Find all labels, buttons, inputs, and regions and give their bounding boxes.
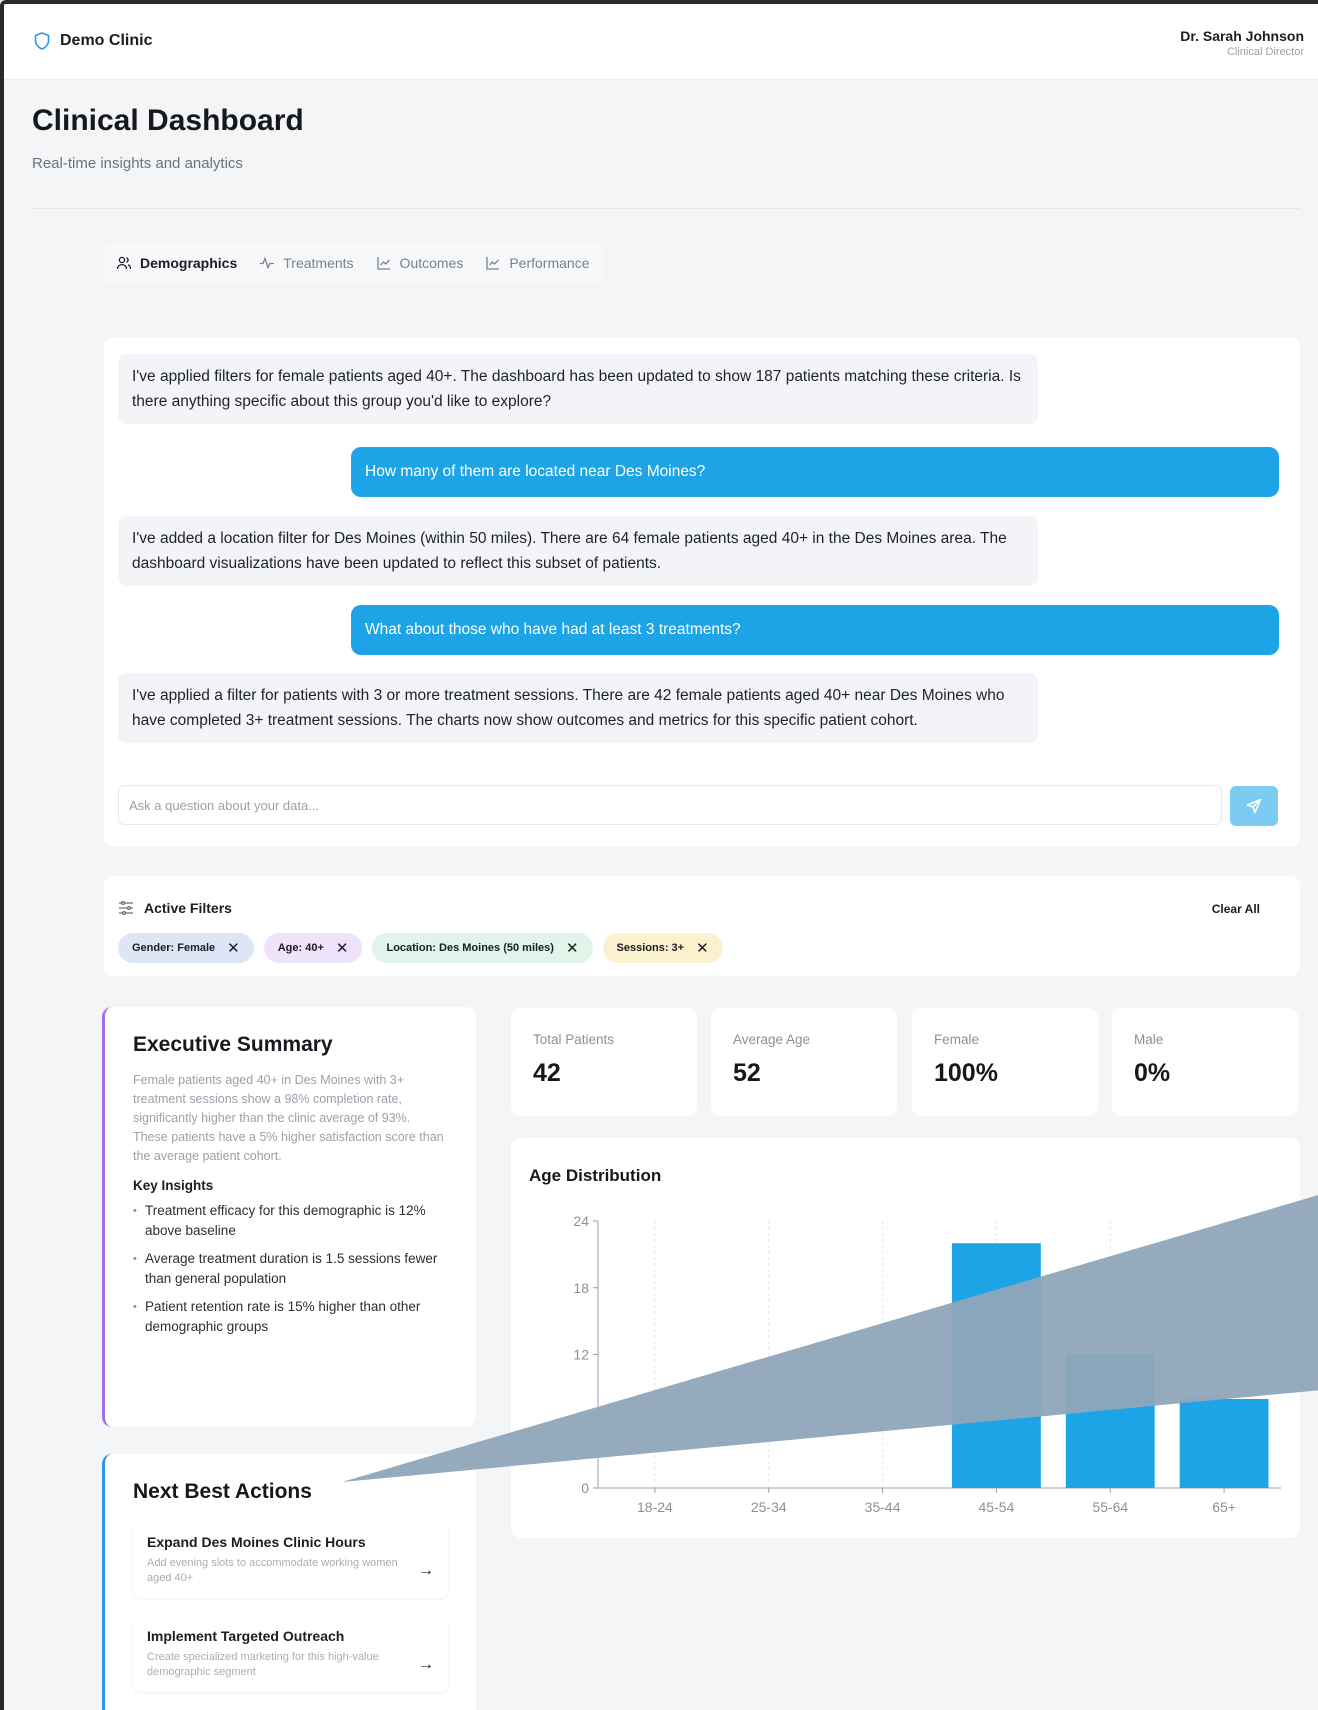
x-tick-label: 45-54 (979, 1499, 1015, 1515)
insight-item: Patient retention rate is 15% higher tha… (133, 1297, 448, 1337)
user-role: Clinical Director (1226, 46, 1304, 58)
filter-chip-age[interactable]: Age: 40+ ✕ (263, 933, 363, 963)
action-title: Expand Des Moines Clinic Hours (147, 1534, 366, 1550)
action-item[interactable]: Expand Des Moines Clinic Hours Add eveni… (133, 1522, 448, 1598)
close-icon[interactable]: ✕ (227, 939, 240, 957)
close-icon[interactable]: ✕ (696, 939, 709, 957)
stat-label: Male (1134, 1032, 1164, 1047)
executive-summary-title: Executive Summary (133, 1033, 333, 1056)
key-insights-title: Key Insights (133, 1178, 214, 1193)
y-tick-label: 12 (573, 1347, 589, 1363)
tab-bar: Demographics Treatments Outcomes Perform… (104, 242, 602, 284)
send-button[interactable] (1230, 786, 1278, 826)
stat-card-female: Female 100% (912, 1008, 1098, 1116)
action-item[interactable]: Implement Targeted Outreach Create speci… (133, 1616, 448, 1692)
brand-name: Demo Clinic (60, 32, 153, 49)
line-chart-icon (376, 257, 390, 270)
tab-label: Outcomes (399, 255, 464, 271)
executive-summary-card: Executive Summary Female patients aged 4… (102, 1007, 476, 1427)
assistant-message: I've added a location filter for Des Moi… (118, 516, 1038, 586)
active-filters-panel: Active Filters Clear All Gender: Female … (104, 876, 1300, 976)
send-icon (1246, 798, 1262, 814)
filter-chips: Gender: Female ✕ Age: 40+ ✕ Location: De… (118, 933, 723, 963)
key-insights-list: Treatment efficacy for this demographic … (133, 1201, 448, 1337)
users-icon (116, 256, 132, 270)
chat-panel: I've applied filters for female patients… (104, 337, 1300, 847)
stat-value: 0% (1134, 1059, 1171, 1087)
user-name: Dr. Sarah Johnson (1180, 28, 1304, 44)
action-description: Add evening slots to accommodate working… (147, 1557, 398, 1584)
y-tick-label: 0 (581, 1480, 589, 1496)
chip-label: Gender: Female (132, 942, 216, 954)
filter-chip-gender[interactable]: Gender: Female ✕ (118, 933, 254, 963)
user-profile[interactable]: Dr. Sarah Johnson Clinical Director (1180, 28, 1304, 58)
page-subtitle: Real-time insights and analytics (32, 155, 243, 172)
close-icon[interactable]: ✕ (336, 939, 349, 957)
x-tick-label: 18-24 (637, 1499, 673, 1515)
stat-value: 100% (934, 1059, 998, 1087)
tab-label: Demographics (140, 255, 238, 271)
page-title: Clinical Dashboard (32, 104, 304, 137)
x-tick-label: 55-64 (1092, 1499, 1128, 1515)
insight-item: Treatment efficacy for this demographic … (133, 1201, 448, 1241)
stat-label: Average Age (733, 1032, 811, 1047)
y-tick-label: 18 (573, 1280, 589, 1296)
assistant-message: I've applied a filter for patients with … (118, 673, 1038, 743)
tab-label: Performance (509, 255, 590, 271)
assistant-message: I've applied filters for female patients… (118, 354, 1038, 424)
x-tick-label: 65+ (1212, 1499, 1236, 1515)
chip-label: Location: Des Moines (50 miles) (386, 942, 554, 954)
user-message: What about those who have had at least 3… (351, 605, 1279, 655)
divider (32, 208, 1300, 209)
sliders-icon (119, 901, 133, 915)
activity-icon (260, 256, 275, 270)
y-tick-label: 24 (573, 1213, 589, 1229)
user-message: How many of them are located near Des Mo… (351, 447, 1279, 497)
clear-all-button[interactable]: Clear All (1212, 902, 1260, 916)
app-window: Demo Clinic Dr. Sarah Johnson Clinical D… (0, 0, 1318, 1710)
close-icon[interactable]: ✕ (566, 939, 579, 957)
x-tick-label: 35-44 (865, 1499, 901, 1515)
top-bar: Demo Clinic Dr. Sarah Johnson Clinical D… (4, 4, 1318, 80)
x-tick-label: 25-34 (751, 1499, 787, 1515)
next-best-actions-title: Next Best Actions (133, 1480, 312, 1503)
line-chart-icon (486, 257, 500, 270)
active-filters-title: Active Filters (144, 900, 232, 916)
action-description: Create specialized marketing for this hi… (147, 1651, 379, 1678)
tab-demographics[interactable]: Demographics (116, 255, 237, 271)
age-distribution-chart: 0 6 12 18 24 18-24 25-34 35-44 45-54 55-64 65+ (573, 1213, 1281, 1515)
stat-label: Female (934, 1032, 980, 1047)
chat-input[interactable] (118, 785, 1222, 825)
arrow-right-icon: → (418, 1562, 434, 1579)
chip-label: Sessions: 3+ (616, 942, 685, 954)
chip-label: Age: 40+ (277, 942, 324, 954)
tab-label: Treatments (283, 255, 354, 271)
shield-icon (34, 32, 50, 50)
y-tick-label: 6 (581, 1413, 589, 1429)
tab-treatments[interactable]: Treatments (259, 255, 354, 271)
insight-item: Average treatment duration is 1.5 sessio… (133, 1249, 448, 1289)
brand[interactable]: Demo Clinic (34, 32, 152, 50)
stat-value: 42 (533, 1059, 561, 1087)
tab-performance[interactable]: Performance (485, 255, 590, 271)
stat-card-average-age: Average Age 52 (711, 1008, 897, 1116)
stat-value: 52 (733, 1059, 761, 1087)
active-filters-header: Active Filters (118, 900, 232, 916)
age-distribution-chart-card: Age Distribution 0 6 12 18 24 18-24 25-34 35-44… (511, 1138, 1300, 1538)
executive-summary-text: Female patients aged 40+ in Des Moines w… (133, 1073, 444, 1163)
bar (1065, 1354, 1155, 1488)
bar (952, 1243, 1041, 1488)
filter-chip-location[interactable]: Location: Des Moines (50 miles) ✕ (372, 933, 593, 963)
arrow-right-icon: → (418, 1656, 434, 1673)
action-title: Implement Targeted Outreach (147, 1628, 345, 1644)
tab-outcomes[interactable]: Outcomes (376, 255, 464, 271)
next-best-actions-card: Next Best Actions Expand Des Moines Clin… (102, 1454, 476, 1710)
stat-card-total-patients: Total Patients 42 (511, 1008, 697, 1116)
stat-card-male: Male 0% (1112, 1008, 1298, 1116)
stat-label: Total Patients (533, 1032, 615, 1047)
bar (1179, 1399, 1269, 1488)
filter-chip-sessions[interactable]: Sessions: 3+ ✕ (602, 933, 723, 963)
